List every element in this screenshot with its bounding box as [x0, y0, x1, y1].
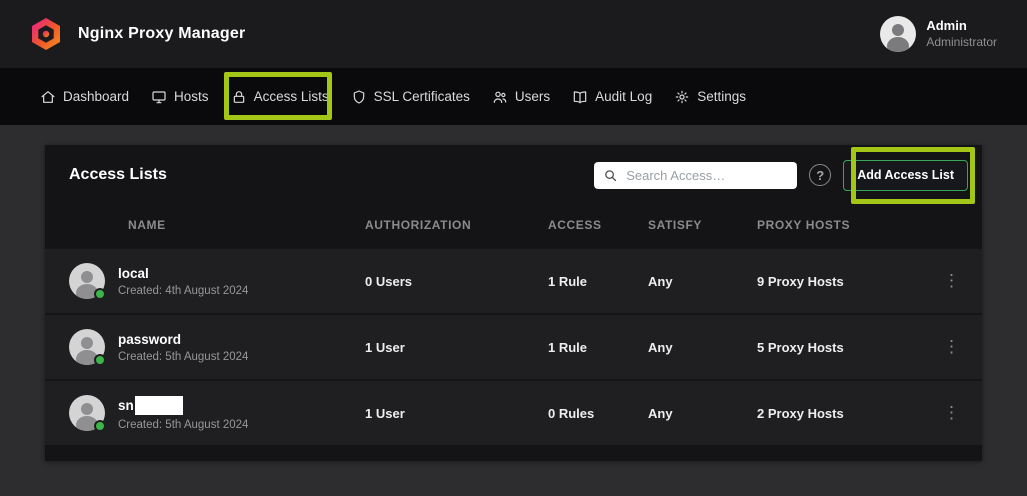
name-block: sn Created: 5th August 2024 — [118, 396, 248, 431]
column-header-authorization: AUTHORIZATION — [365, 218, 548, 232]
access-list-name: sn — [118, 398, 134, 413]
authorization-cell: 1 User — [365, 406, 548, 421]
access-list-name: local — [118, 266, 149, 281]
question-icon: ? — [816, 168, 824, 183]
nav-item-access-lists[interactable]: Access Lists — [231, 89, 329, 105]
table-row[interactable]: local Created: 4th August 2024 0 Users 1… — [45, 247, 982, 313]
row-actions-menu[interactable]: ⋮ — [922, 271, 982, 291]
access-list-avatar — [69, 329, 105, 365]
proxy-hosts-cell: 5 Proxy Hosts — [757, 340, 922, 355]
app-title: Nginx Proxy Manager — [78, 25, 245, 43]
access-lists-panel: Access Lists ? Add Access List NAME AUTH… — [45, 145, 982, 461]
nav-item-ssl-certificates[interactable]: SSL Certificates — [351, 89, 470, 105]
panel-title: Access Lists — [69, 166, 594, 184]
column-header-satisfy: SATISFY — [648, 218, 757, 232]
name-cell: password Created: 5th August 2024 — [45, 329, 365, 365]
nginx-proxy-manager-logo-icon — [28, 16, 64, 52]
created-date: Created: 5th August 2024 — [118, 419, 248, 431]
dots-vertical-icon: ⋮ — [943, 403, 961, 422]
nav-label: Hosts — [174, 89, 209, 104]
nav-item-users[interactable]: Users — [492, 89, 550, 105]
monitor-icon — [151, 89, 167, 105]
table-header: NAME AUTHORIZATION ACCESS SATISFY PROXY … — [45, 205, 982, 247]
authorization-cell: 1 User — [365, 340, 548, 355]
table-row[interactable]: sn Created: 5th August 2024 1 User 0 Rul… — [45, 379, 982, 445]
satisfy-cell: Any — [648, 274, 757, 289]
nav-item-settings[interactable]: Settings — [674, 89, 746, 105]
access-cell: 1 Rule — [548, 274, 648, 289]
name-block: password Created: 5th August 2024 — [118, 332, 248, 363]
access-cell: 1 Rule — [548, 340, 648, 355]
gear-icon — [674, 89, 690, 105]
lock-icon — [231, 89, 247, 105]
access-list-avatar — [69, 263, 105, 299]
main-nav: Dashboard Hosts Access Lists SSL Certifi… — [0, 68, 1027, 125]
panel-header: Access Lists ? Add Access List — [45, 145, 982, 205]
row-actions-menu[interactable]: ⋮ — [922, 337, 982, 357]
panel-footer — [45, 445, 982, 461]
topbar: Nginx Proxy Manager Admin Administrator — [0, 0, 1027, 68]
shield-icon — [351, 89, 367, 105]
proxy-hosts-cell: 9 Proxy Hosts — [757, 274, 922, 289]
search-box — [594, 162, 797, 189]
column-header-name: NAME — [45, 218, 365, 232]
user-avatar — [880, 16, 916, 52]
nav-item-dashboard[interactable]: Dashboard — [40, 89, 129, 105]
users-icon — [492, 89, 508, 105]
brand: Nginx Proxy Manager — [28, 16, 245, 52]
redaction-box — [135, 396, 183, 415]
column-header-proxy-hosts: PROXY HOSTS — [757, 218, 922, 232]
nav-label: Access Lists — [254, 89, 329, 104]
access-list-name: password — [118, 332, 181, 347]
book-icon — [572, 89, 588, 105]
satisfy-cell: Any — [648, 406, 757, 421]
help-button[interactable]: ? — [809, 164, 831, 186]
name-block: local Created: 4th August 2024 — [118, 266, 248, 297]
name-cell: sn Created: 5th August 2024 — [45, 395, 365, 431]
name-cell: local Created: 4th August 2024 — [45, 263, 365, 299]
row-actions-menu[interactable]: ⋮ — [922, 403, 982, 423]
created-date: Created: 4th August 2024 — [118, 285, 248, 297]
access-cell: 0 Rules — [548, 406, 648, 421]
status-dot — [94, 354, 106, 366]
column-header-access: ACCESS — [548, 218, 648, 232]
created-date: Created: 5th August 2024 — [118, 351, 248, 363]
user-menu[interactable]: Admin Administrator — [880, 16, 997, 52]
table-row[interactable]: password Created: 5th August 2024 1 User… — [45, 313, 982, 379]
satisfy-cell: Any — [648, 340, 757, 355]
dots-vertical-icon: ⋮ — [943, 337, 961, 356]
proxy-hosts-cell: 2 Proxy Hosts — [757, 406, 922, 421]
nav-label: Users — [515, 89, 550, 104]
nav-label: Dashboard — [63, 89, 129, 104]
user-role: Administrator — [926, 35, 997, 50]
nav-label: Audit Log — [595, 89, 652, 104]
authorization-cell: 0 Users — [365, 274, 548, 289]
nav-item-audit-log[interactable]: Audit Log — [572, 89, 652, 105]
person-icon — [880, 16, 916, 52]
dots-vertical-icon: ⋮ — [943, 271, 961, 290]
status-dot — [94, 288, 106, 300]
add-access-list-button[interactable]: Add Access List — [843, 160, 968, 191]
user-name: Admin — [926, 18, 997, 34]
user-meta: Admin Administrator — [926, 18, 997, 49]
nav-item-hosts[interactable]: Hosts — [151, 89, 209, 105]
home-icon — [40, 89, 56, 105]
nav-label: Settings — [697, 89, 746, 104]
nav-label: SSL Certificates — [374, 89, 470, 104]
search-icon — [603, 168, 618, 183]
search-input[interactable] — [594, 162, 797, 189]
panel-controls: ? Add Access List — [594, 160, 968, 191]
status-dot — [94, 420, 106, 432]
access-list-avatar — [69, 395, 105, 431]
